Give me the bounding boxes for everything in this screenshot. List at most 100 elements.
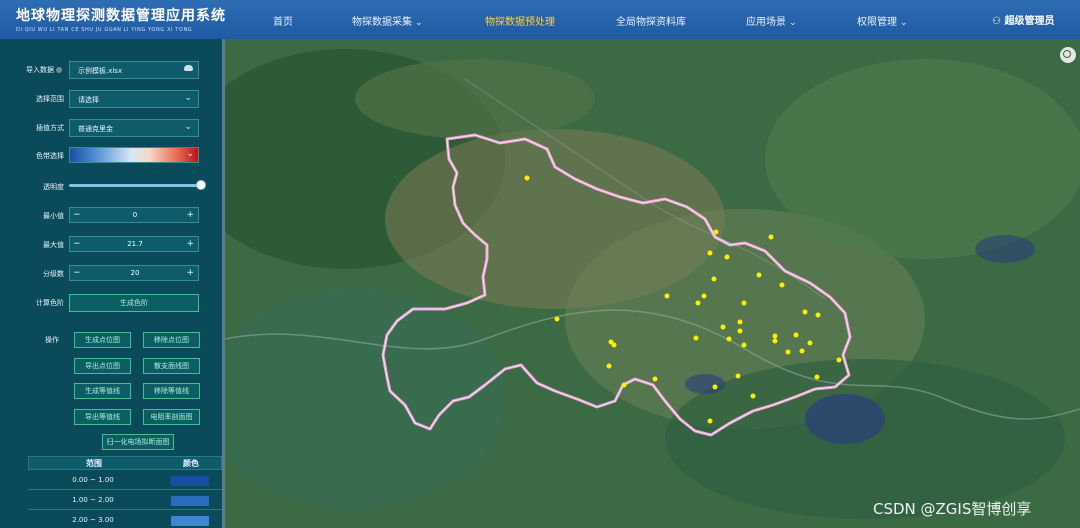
sample-point[interactable] — [793, 332, 799, 338]
legend-range: 2.00 ~ 3.00 — [72, 516, 114, 524]
table-row: 0.00 ~ 1.00 — [28, 470, 222, 490]
sample-point[interactable] — [741, 300, 747, 306]
sample-point[interactable] — [737, 328, 743, 334]
sample-point[interactable] — [750, 393, 756, 399]
sample-point[interactable] — [701, 293, 707, 299]
levels-row: 分级数 − 20 + — [0, 265, 222, 283]
chevron-down-icon: ⌄ — [184, 93, 192, 103]
sample-point[interactable] — [735, 373, 741, 379]
interp-select[interactable]: 普通克里金 ⌄ — [69, 119, 199, 137]
nav-permissions[interactable]: 权限管理 ⌄ — [857, 13, 908, 28]
sample-point[interactable] — [799, 348, 805, 354]
legend-header: 范围 颜色 — [28, 456, 222, 470]
nav-data-collection[interactable]: 物探数据采集 ⌄ — [352, 13, 423, 28]
generate-points-button[interactable]: 生成点位图 — [74, 332, 131, 348]
sample-point[interactable] — [724, 254, 730, 260]
range-label: 选择范围 — [36, 95, 64, 103]
terrain-patch — [355, 59, 595, 139]
plus-icon[interactable]: + — [186, 210, 194, 220]
generate-contours-button[interactable]: 生成等值线 — [74, 383, 131, 399]
map-canvas[interactable] — [225, 39, 1080, 528]
top-header: 地球物理探测数据管理应用系统 DI QIU WU LI TAN CE SHU J… — [0, 0, 1080, 39]
control-panel: 导入数据 示例模板.xlsx 选择范围 请选择 ⌄ 插值方式 普通克里金 ⌄ 色… — [0, 39, 225, 528]
sample-point[interactable] — [713, 229, 719, 235]
chevron-down-icon: ⌄ — [184, 122, 192, 132]
sample-point[interactable] — [652, 376, 658, 382]
sample-point[interactable] — [779, 282, 785, 288]
cloud-upload-icon[interactable] — [184, 65, 193, 71]
plus-icon[interactable]: + — [186, 239, 194, 249]
range-select[interactable]: 请选择 ⌄ — [69, 90, 199, 108]
interp-value: 普通克里金 — [78, 125, 113, 133]
generate-colorscale-button[interactable]: 生成色阶 — [69, 294, 199, 312]
map-search-button[interactable] — [1060, 47, 1076, 63]
chevron-down-icon: ⌄ — [900, 18, 908, 28]
nav-home[interactable]: 首页 — [273, 13, 293, 28]
opacity-slider-handle[interactable] — [196, 180, 206, 190]
import-file-field[interactable]: 示例模板.xlsx — [69, 61, 199, 79]
sample-point[interactable] — [693, 335, 699, 341]
sample-point[interactable] — [611, 342, 617, 348]
max-label: 最大值 — [43, 241, 64, 249]
min-value: 0 — [132, 211, 138, 219]
sample-point[interactable] — [664, 293, 670, 299]
max-stepper[interactable]: − 21.7 + — [69, 236, 199, 252]
opacity-slider[interactable] — [69, 184, 199, 187]
range-placeholder: 请选择 — [78, 96, 99, 104]
sample-point[interactable] — [707, 418, 713, 424]
sample-point[interactable] — [711, 276, 717, 282]
levels-value: 20 — [130, 269, 140, 277]
remove-contours-button[interactable]: 移除等值线 — [143, 383, 200, 399]
sample-point[interactable] — [772, 333, 778, 339]
scatter-line-button[interactable]: 散支面线图 — [143, 358, 200, 374]
chevron-down-icon: ⌄ — [186, 149, 194, 159]
sample-point[interactable] — [695, 300, 701, 306]
ops-label: 操作 — [45, 336, 59, 344]
sample-point[interactable] — [836, 357, 842, 363]
nav-scenarios[interactable]: 应用场景 ⌄ — [746, 13, 797, 28]
import-file-name: 示例模板.xlsx — [78, 67, 123, 75]
brand: 地球物理探测数据管理应用系统 DI QIU WU LI TAN CE SHU J… — [16, 5, 226, 33]
user-menu[interactable]: ⚇ 超级管理员 — [992, 12, 1054, 27]
min-label: 最小值 — [43, 212, 64, 220]
colorbar-row: 色带选择 ⌄ — [0, 147, 222, 165]
sample-point[interactable] — [606, 363, 612, 369]
sample-point[interactable] — [756, 272, 762, 278]
max-row: 最大值 − 21.7 + — [0, 236, 222, 254]
sample-point[interactable] — [737, 319, 743, 325]
user-name: 超级管理员 — [1004, 16, 1055, 27]
sample-point[interactable] — [807, 340, 813, 346]
sample-point[interactable] — [720, 324, 726, 330]
export-points-button[interactable]: 导出点位图 — [74, 358, 131, 374]
export-contours-button[interactable]: 导出等值线 — [74, 409, 131, 425]
sample-point[interactable] — [712, 384, 718, 390]
nav-data-preprocess[interactable]: 物探数据预处理 — [485, 13, 555, 28]
sample-point[interactable] — [707, 250, 713, 256]
normalized-field-profile-button[interactable]: 归一化电场拟断面图 — [102, 434, 174, 450]
satellite-map[interactable] — [225, 39, 1080, 528]
colorbar-select[interactable]: ⌄ — [69, 147, 199, 163]
min-stepper[interactable]: − 0 + — [69, 207, 199, 223]
legend-head-range: 范围 — [86, 459, 102, 468]
sample-point[interactable] — [785, 349, 791, 355]
sample-point[interactable] — [768, 234, 774, 240]
status-dot-icon — [56, 67, 62, 73]
legend-range: 0.00 ~ 1.00 — [72, 476, 114, 484]
terrain-patch — [765, 59, 1080, 259]
sample-point[interactable] — [741, 342, 747, 348]
chevron-down-icon: ⌄ — [415, 18, 423, 28]
levels-stepper[interactable]: − 20 + — [69, 265, 199, 281]
nav-data-library[interactable]: 全局物探资料库 — [616, 13, 686, 28]
sample-point[interactable] — [772, 338, 778, 344]
sample-point[interactable] — [621, 382, 627, 388]
sample-point[interactable] — [802, 309, 808, 315]
remove-points-button[interactable]: 移除点位图 — [143, 332, 200, 348]
sample-point[interactable] — [815, 312, 821, 318]
sample-point[interactable] — [814, 374, 820, 380]
resistivity-profile-button[interactable]: 电阻率剖面图 — [143, 409, 200, 425]
plus-icon[interactable]: + — [186, 268, 194, 278]
legend-head-color: 颜色 — [183, 459, 199, 468]
sample-point[interactable] — [554, 316, 560, 322]
sample-point[interactable] — [524, 175, 530, 181]
sample-point[interactable] — [726, 336, 732, 342]
